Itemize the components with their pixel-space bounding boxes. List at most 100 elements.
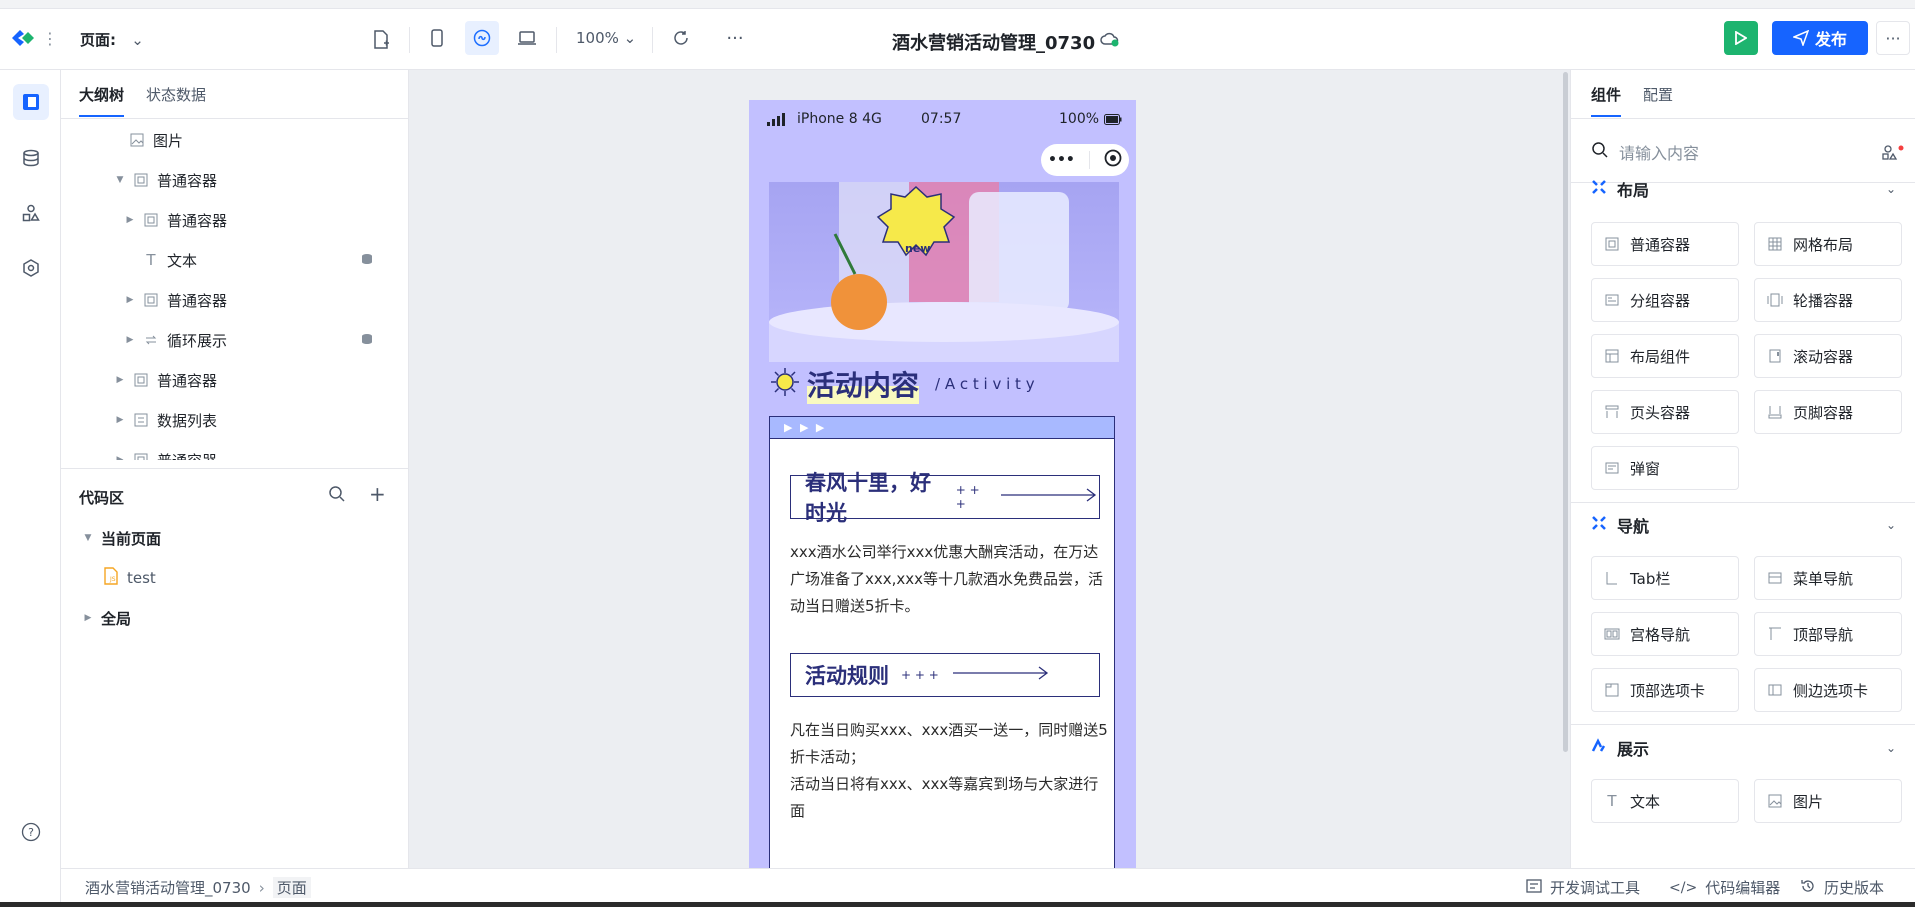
tree-node[interactable]: ▶ 数据列表 [115, 400, 217, 440]
caret-down-icon[interactable]: ▼ [115, 175, 125, 185]
tab-state-data[interactable]: 状态数据 [146, 84, 206, 117]
component-item[interactable]: T 文本 [1591, 779, 1739, 823]
more-dots-icon[interactable]: ••• [1048, 152, 1075, 168]
component-item[interactable]: 侧边选项卡 [1754, 668, 1902, 712]
caret-right-icon[interactable]: ▶ [115, 375, 125, 385]
miniapp-capsule[interactable]: ••• [1041, 144, 1129, 176]
banner-title: 春风十里，好时光 [805, 471, 931, 525]
tab-components[interactable]: 组件 [1591, 84, 1622, 117]
component-item[interactable]: 页头容器 [1591, 390, 1739, 434]
caret-right-icon[interactable]: ▶ [115, 415, 125, 425]
database-icon[interactable] [13, 140, 49, 176]
breadcrumb-app[interactable]: 酒水营销活动管理_0730 [85, 877, 251, 898]
preview-run-button[interactable] [1724, 21, 1758, 55]
close-target-icon[interactable] [1104, 149, 1122, 171]
group-header-navigation[interactable]: 导航 ⌄ [1591, 510, 1896, 540]
status-bar: 酒水营销活动管理_0730 › 页面 开发调试工具 </> 代码编辑器 历史版本 [61, 868, 1915, 902]
search-icon[interactable] [328, 485, 346, 507]
chevron-down-icon[interactable]: ⌄ [1886, 182, 1896, 196]
chevron-down-icon[interactable]: ⌄ [1886, 518, 1896, 532]
breadcrumb-page[interactable]: 页面 [272, 877, 311, 898]
tab-outline[interactable]: 大纲树 [79, 84, 125, 117]
code-editor-button[interactable]: </> 代码编辑器 [1669, 877, 1780, 898]
desktop-view-icon[interactable] [510, 21, 544, 55]
data-source-icon [361, 331, 373, 349]
component-item[interactable]: 网格布局 [1754, 222, 1902, 266]
caret-right-icon[interactable]: ▶ [125, 295, 135, 305]
component-label: 滚动容器 [1793, 347, 1854, 366]
code-node-global[interactable]: ▶ 全局 [83, 600, 131, 636]
component-item[interactable]: Tab栏 [1591, 556, 1739, 600]
component-item[interactable]: 弹窗 [1591, 446, 1739, 490]
component-item[interactable]: 菜单导航 [1754, 556, 1902, 600]
mobile-view-icon[interactable] [420, 21, 454, 55]
tree-node-label: 普通容器 [167, 291, 228, 310]
refresh-icon[interactable] [664, 21, 698, 55]
tree-node[interactable]: ▶ 普通容器 [115, 440, 217, 460]
more-tools-icon[interactable]: ··· [718, 21, 752, 55]
component-item[interactable]: 普通容器 [1591, 222, 1739, 266]
tab-config[interactable]: 配置 [1643, 84, 1673, 117]
more-menu-button[interactable]: ··· [1876, 21, 1910, 55]
carousel-icon [1767, 292, 1783, 308]
component-item[interactable]: 布局组件 [1591, 334, 1739, 378]
component-item[interactable]: 顶部导航 [1754, 612, 1902, 656]
add-icon[interactable]: + [369, 484, 386, 504]
canvas-scrollbar[interactable] [1563, 72, 1568, 752]
miniapp-view-icon[interactable] [465, 21, 499, 55]
component-item[interactable]: 分组容器 [1591, 278, 1739, 322]
tree-node[interactable]: ▶ 普通容器 [125, 200, 227, 240]
component-item[interactable]: 轮播容器 [1754, 278, 1902, 322]
devtools-button[interactable]: 开发调试工具 [1526, 877, 1640, 898]
components-icon[interactable] [13, 195, 49, 231]
tree-node[interactable]: ▶ 循环展示 [125, 320, 403, 360]
app-menu-dots-icon[interactable]: ⋮ [42, 29, 58, 48]
page-selector-label: 页面: [80, 31, 116, 49]
tabbar-icon [1604, 570, 1620, 586]
component-search[interactable]: 请输入内容 [1591, 134, 1901, 170]
chevron-down-icon[interactable]: ⌄ [1886, 741, 1896, 755]
tree-node[interactable]: ▶ 普通容器 [125, 280, 227, 320]
caret-right-icon[interactable]: ▶ [115, 455, 125, 460]
caret-right-icon[interactable]: ▶ [125, 335, 135, 345]
caret-right-icon[interactable]: ▶ [125, 215, 135, 225]
code-file-item[interactable]: JS test [103, 560, 156, 596]
cloud-saved-icon [1100, 31, 1120, 51]
banner-plus-deco: + + + [955, 483, 980, 511]
app-logo-icon[interactable] [10, 26, 36, 50]
component-item[interactable]: 宫格导航 [1591, 612, 1739, 656]
zoom-select[interactable]: 100% ⌄ [576, 29, 636, 47]
outline-panel-icon[interactable] [13, 84, 49, 120]
tree-node[interactable]: T 文本 [143, 240, 403, 280]
tree-node[interactable]: ▶ 普通容器 [115, 360, 217, 400]
caret-down-icon[interactable]: ▼ [83, 533, 93, 543]
code-node-current-page[interactable]: ▼ 当前页面 [83, 520, 161, 556]
group-header-layout[interactable]: 布局 ⌄ [1591, 174, 1896, 204]
settings-hex-icon[interactable] [13, 250, 49, 286]
search-input[interactable]: 请输入内容 [1619, 140, 1699, 164]
component-item[interactable]: 页脚容器 [1754, 390, 1902, 434]
component-label: 侧边选项卡 [1793, 681, 1869, 700]
component-item[interactable]: 图片 [1754, 779, 1902, 823]
top-nav-icon [1767, 626, 1783, 642]
design-canvas[interactable]: iPhone 8 4G 07:57 100% ••• new 活动内容 / A … [409, 70, 1570, 868]
battery-icon [1104, 113, 1122, 129]
publish-button[interactable]: 发布 [1772, 21, 1868, 55]
phone-preview[interactable]: iPhone 8 4G 07:57 100% ••• new 活动内容 / A … [749, 100, 1136, 868]
help-icon[interactable]: ? [13, 814, 49, 850]
component-item[interactable]: 滚动容器 [1754, 334, 1902, 378]
tree-node[interactable]: ▼ 普通容器 [115, 160, 217, 200]
caret-right-icon[interactable]: ▶ [83, 613, 93, 623]
dialog-icon [1604, 460, 1620, 476]
history-button[interactable]: 历史版本 [1800, 877, 1884, 898]
group-header-display[interactable]: 展示 ⌄ [1591, 733, 1896, 763]
add-page-icon[interactable] [372, 30, 390, 54]
image-icon [1767, 793, 1783, 809]
component-market-icon[interactable] [1881, 144, 1905, 166]
tree-node[interactable]: 图片 [129, 120, 183, 160]
component-item[interactable]: 顶部选项卡 [1591, 668, 1739, 712]
page-selector[interactable]: 页面: ⌄ [80, 29, 144, 50]
history-label: 历史版本 [1824, 879, 1885, 897]
phone-status-bar: iPhone 8 4G 07:57 100% [749, 100, 1136, 136]
group-title: 布局 [1617, 181, 1650, 200]
